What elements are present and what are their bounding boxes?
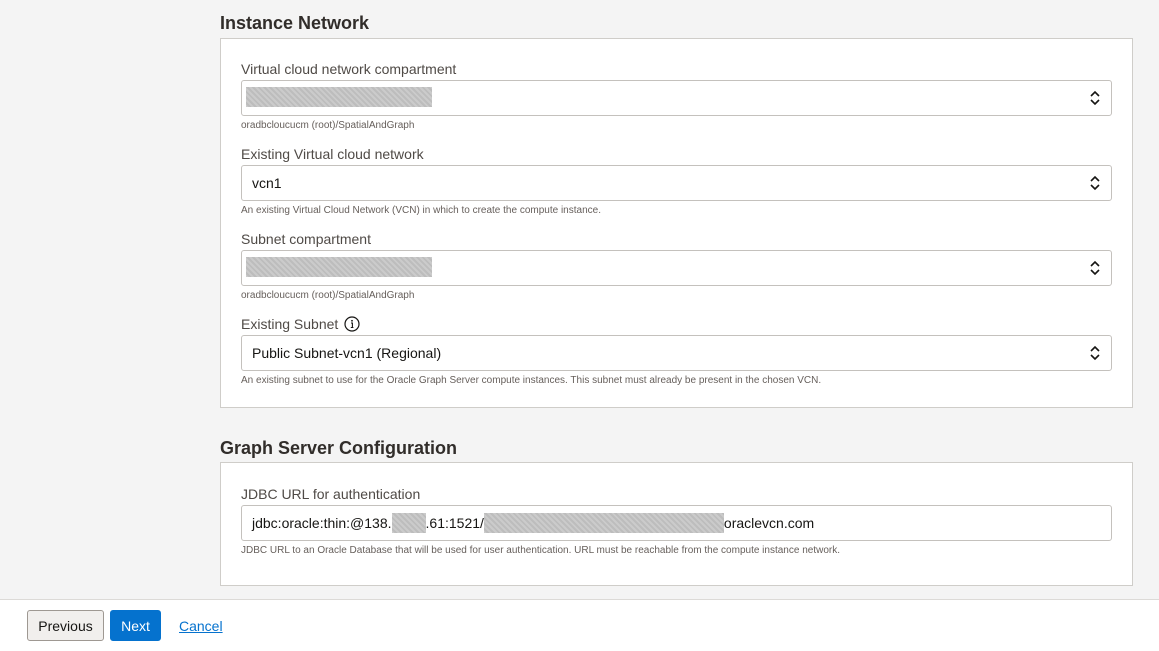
section-title-instance-network: Instance Network (220, 13, 370, 33)
jdbc-help: JDBC URL to an Oracle Database that will… (241, 545, 841, 556)
chevron-up-down-icon (1090, 175, 1100, 191)
form-content: Instance Network Virtual cloud network c… (220, 0, 1133, 586)
redacted-value (483, 513, 724, 533)
jdbc-url-value: jdbc:oracle:thin:@138. .61:1521/ oraclev… (252, 513, 815, 533)
wizard-footer: Previous Next Cancel (0, 599, 1159, 651)
subnet-help: An existing subnet to use for the Oracle… (241, 375, 822, 386)
chevron-up-down-icon (1090, 260, 1100, 276)
vcn-compartment-select[interactable] (241, 80, 1112, 116)
chevron-up-down-icon (1090, 90, 1100, 106)
vcn-compartment-label: Virtual cloud network compartment (241, 61, 457, 77)
instance-network-panel: Virtual cloud network compartment oradbc… (220, 38, 1133, 408)
subnet-label-row: Existing Subnet (241, 314, 1112, 334)
subnet-compartment-help: oradbcloucucm (root)/SpatialAndGraph (241, 290, 415, 301)
previous-button[interactable]: Previous (27, 610, 104, 641)
subnet-select[interactable]: Public Subnet-vcn1 (Regional) (241, 335, 1112, 371)
info-icon[interactable] (344, 316, 360, 332)
jdbc-label: JDBC URL for authentication (241, 486, 421, 502)
chevron-up-down-icon (1090, 345, 1100, 361)
redacted-value (246, 256, 432, 277)
redacted-value (246, 86, 432, 107)
subnet-compartment-label: Subnet compartment (241, 231, 371, 247)
subnet-compartment-select[interactable] (241, 250, 1112, 286)
next-button[interactable]: Next (110, 610, 161, 641)
graph-server-panel: JDBC URL for authentication jdbc:oracle:… (220, 462, 1133, 586)
vcn-value: vcn1 (252, 175, 282, 191)
jdbc-url-input[interactable]: jdbc:oracle:thin:@138. .61:1521/ oraclev… (241, 505, 1112, 541)
subnet-value: Public Subnet-vcn1 (Regional) (252, 345, 442, 361)
vcn-label: Existing Virtual cloud network (241, 146, 424, 162)
section-title-graph-server: Graph Server Configuration (220, 438, 458, 458)
vcn-compartment-help: oradbcloucucm (root)/SpatialAndGraph (241, 120, 415, 131)
cancel-link[interactable]: Cancel (179, 618, 223, 634)
redacted-value (391, 513, 426, 533)
vcn-select[interactable]: vcn1 (241, 165, 1112, 201)
subnet-label: Existing Subnet (241, 316, 339, 332)
vcn-help: An existing Virtual Cloud Network (VCN) … (241, 205, 601, 216)
